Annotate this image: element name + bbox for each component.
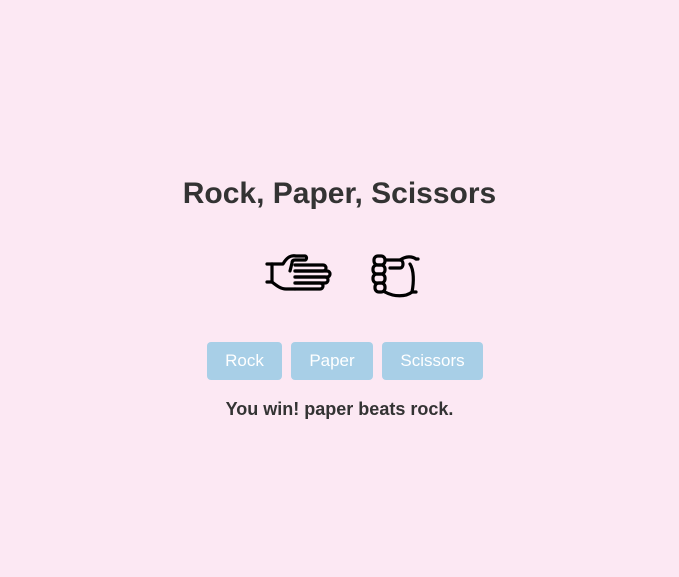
result-message: You win! paper beats rock. [225, 399, 454, 419]
page-title: Rock, Paper, Scissors [182, 177, 497, 210]
hands-display [0, 250, 679, 302]
paper-button[interactable]: Paper [291, 342, 373, 380]
game-container: Rock, Paper, Scissors Rock Paper Scissor… [0, 0, 679, 577]
rock-button[interactable]: Rock [207, 342, 282, 380]
choice-buttons: Rock Paper Scissors [0, 342, 679, 380]
scissors-button[interactable]: Scissors [382, 342, 483, 380]
paper-hand-icon [265, 254, 332, 291]
rock-fist-icon [371, 254, 420, 298]
